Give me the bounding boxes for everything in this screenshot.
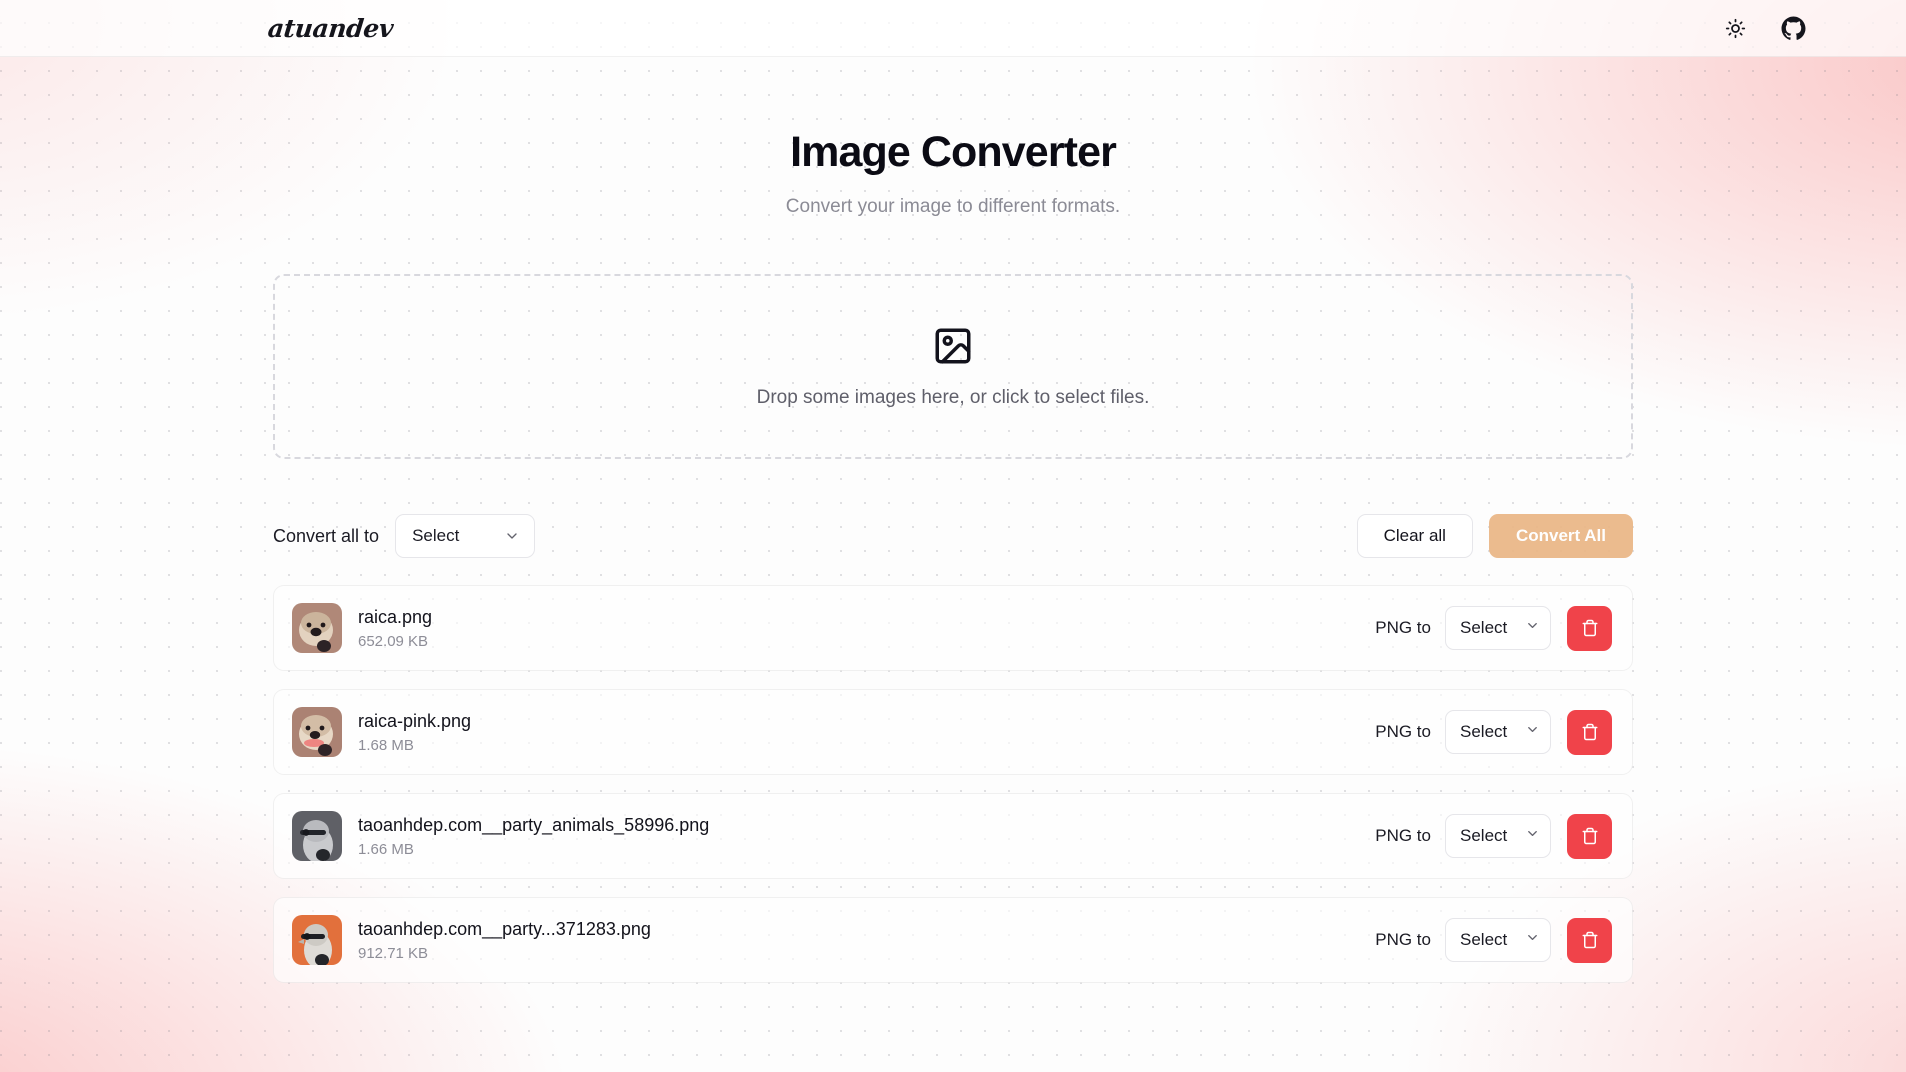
file-size: 1.68 MB	[358, 736, 414, 754]
chevron-down-icon	[1525, 826, 1540, 846]
sun-icon	[1725, 18, 1746, 39]
file-row: taoanhdep.com__party_animals_58996.png 1…	[273, 793, 1633, 880]
trash-icon	[1581, 619, 1599, 637]
file-size: 1.66 MB	[358, 840, 414, 858]
convert-all-label: Convert all to	[273, 525, 380, 546]
file-name: taoanhdep.com__party_animals_58996.png	[358, 814, 710, 835]
chevron-down-icon	[1525, 930, 1540, 950]
chevron-down-icon	[504, 528, 520, 544]
file-name: raica-pink.png	[358, 710, 472, 731]
file-name: raica.png	[358, 606, 433, 627]
clear-all-button[interactable]: Clear all	[1356, 514, 1473, 559]
file-meta: raica-pink.png 1.68 MB	[358, 711, 471, 754]
file-meta: taoanhdep.com__party_animals_58996.png 1…	[358, 815, 709, 858]
file-thumbnail	[292, 707, 342, 758]
file-row: raica-pink.png 1.68 MB PNG to Select	[273, 689, 1633, 776]
trash-icon	[1581, 931, 1599, 949]
page-subtitle: Convert your image to different formats.	[785, 196, 1121, 218]
target-format-value: Select	[1460, 826, 1508, 846]
github-link-button[interactable]	[1776, 11, 1810, 45]
target-format-value: Select	[1460, 930, 1508, 950]
target-format-select[interactable]: Select	[1445, 606, 1551, 651]
convert-all-format-select[interactable]: Select	[395, 514, 536, 559]
bulk-controls-row: Convert all to Select Clear all Convert …	[273, 513, 1633, 559]
file-size: 912.71 KB	[358, 944, 429, 962]
delete-file-button[interactable]	[1567, 917, 1612, 963]
file-list: raica.png 652.09 KB PNG to Select raica-…	[273, 585, 1633, 1023]
convert-all-format-value: Select	[412, 526, 460, 546]
dropzone-text: Drop some images here, or click to selec…	[756, 386, 1150, 408]
main-content: Image Converter Convert your image to di…	[0, 57, 1906, 1023]
source-format-label: PNG to	[1375, 722, 1431, 742]
source-format-label: PNG to	[1375, 826, 1431, 846]
target-format-select[interactable]: Select	[1445, 710, 1551, 755]
image-icon	[932, 325, 974, 367]
trash-icon	[1581, 827, 1599, 845]
target-format-value: Select	[1460, 722, 1508, 742]
page-title: Image Converter	[790, 128, 1117, 176]
content-container: Image Converter Convert your image to di…	[273, 128, 1633, 1023]
file-dropzone[interactable]: Drop some images here, or click to selec…	[273, 274, 1633, 460]
delete-file-button[interactable]	[1567, 605, 1612, 651]
brand-logo[interactable]: atuandev	[266, 14, 394, 43]
file-meta: taoanhdep.com__party...371283.png 912.71…	[358, 919, 651, 962]
chevron-down-icon	[1525, 618, 1540, 638]
header-actions	[1718, 11, 1810, 45]
file-name: taoanhdep.com__party...371283.png	[358, 918, 651, 939]
convert-all-button[interactable]: Convert All	[1488, 514, 1633, 559]
github-icon	[1781, 16, 1806, 41]
file-thumbnail	[292, 915, 342, 966]
site-header: atuandev	[0, 0, 1906, 57]
delete-file-button[interactable]	[1567, 813, 1612, 859]
source-format-label: PNG to	[1375, 618, 1431, 638]
file-row: taoanhdep.com__party...371283.png 912.71…	[273, 897, 1633, 984]
file-size: 652.09 KB	[358, 632, 429, 650]
trash-icon	[1581, 723, 1599, 741]
file-thumbnail	[292, 603, 342, 654]
target-format-value: Select	[1460, 618, 1508, 638]
delete-file-button[interactable]	[1567, 709, 1612, 755]
file-row: raica.png 652.09 KB PNG to Select	[273, 585, 1633, 672]
theme-toggle-button[interactable]	[1718, 11, 1752, 45]
target-format-select[interactable]: Select	[1445, 918, 1551, 963]
file-thumbnail	[292, 811, 342, 862]
file-meta: raica.png 652.09 KB	[358, 607, 432, 650]
target-format-select[interactable]: Select	[1445, 814, 1551, 859]
chevron-down-icon	[1525, 722, 1540, 742]
source-format-label: PNG to	[1375, 930, 1431, 950]
